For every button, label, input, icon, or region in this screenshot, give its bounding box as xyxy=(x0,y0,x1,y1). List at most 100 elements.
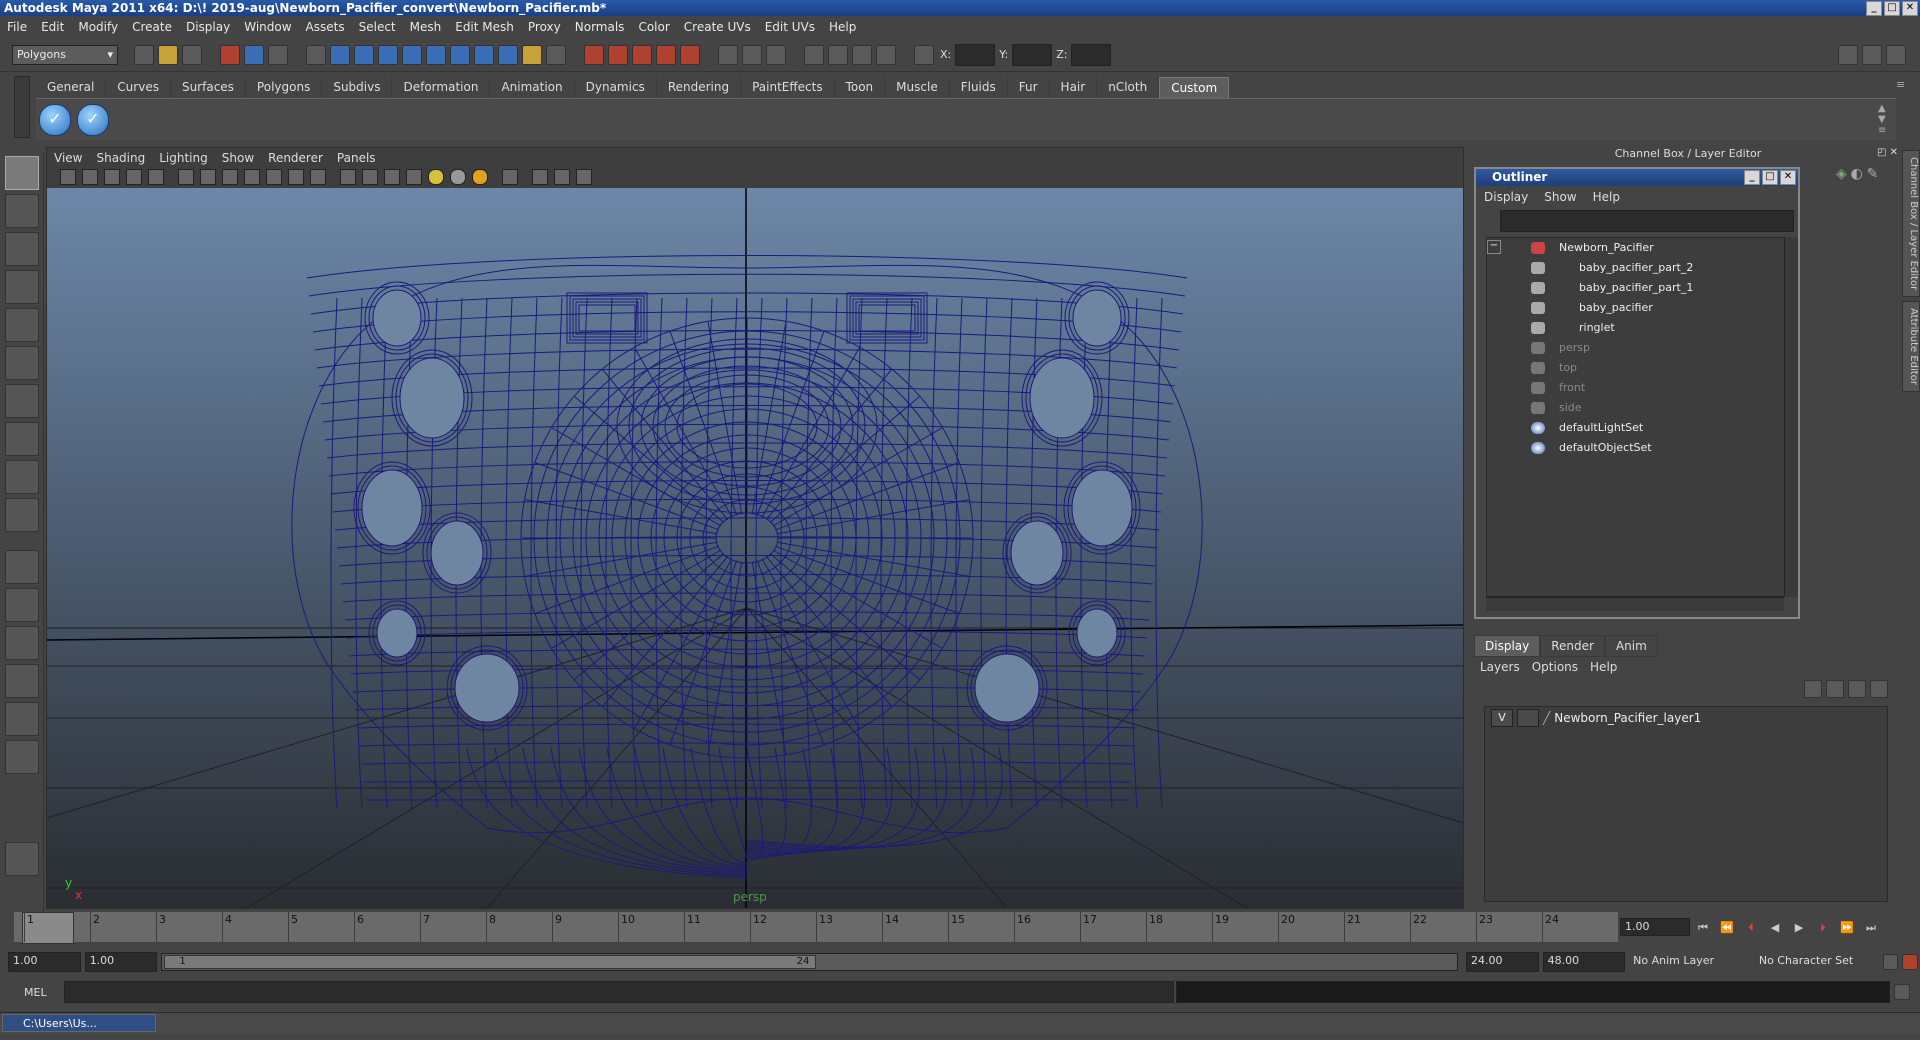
outliner-maximize-button[interactable]: □ xyxy=(1762,170,1778,185)
checkmark-icon[interactable]: ✓ xyxy=(39,103,71,136)
animation-start-field[interactable]: 1.00 xyxy=(8,952,81,972)
bookmark-icon[interactable] xyxy=(104,169,120,185)
menu-create-uvs[interactable]: Create UVs xyxy=(677,16,758,38)
viewport-menu-panels[interactable]: Panels xyxy=(330,148,383,168)
viewport-menu-renderer[interactable]: Renderer xyxy=(261,148,330,168)
resolution-gate-icon[interactable] xyxy=(222,169,238,185)
grid-icon[interactable] xyxy=(178,169,194,185)
menu-mesh[interactable]: Mesh xyxy=(403,16,449,38)
y-field[interactable] xyxy=(1012,43,1053,66)
select-by-object-icon[interactable] xyxy=(244,44,264,65)
side-tab-attribute-editor[interactable]: Attribute Editor xyxy=(1902,301,1920,393)
show-channel-box-icon[interactable] xyxy=(1886,45,1906,65)
highlight-selection-icon[interactable] xyxy=(546,44,566,65)
range-slider-handle[interactable]: 1 24 xyxy=(164,955,817,969)
layer-menu-help[interactable]: Help xyxy=(1584,656,1623,678)
command-language-label[interactable]: MEL xyxy=(8,986,64,999)
single-perspective-layout-icon[interactable] xyxy=(5,550,39,584)
wireframe-icon[interactable] xyxy=(340,169,356,185)
show-tool-settings-icon[interactable] xyxy=(1862,45,1882,65)
show-manipulator-icon[interactable] xyxy=(5,460,39,494)
menu-assets[interactable]: Assets xyxy=(299,16,352,38)
menu-modify[interactable]: Modify xyxy=(71,16,125,38)
save-scene-icon[interactable] xyxy=(182,44,202,65)
render-view-icon[interactable] xyxy=(804,44,824,65)
outliner-item[interactable]: baby_pacifier_part_1 xyxy=(1487,278,1785,298)
menu-window[interactable]: Window xyxy=(237,16,298,38)
shelf-tab-toon[interactable]: Toon xyxy=(835,77,886,97)
outliner-close-button[interactable]: ✕ xyxy=(1780,170,1796,185)
wireframe-on-shaded-icon[interactable] xyxy=(384,169,400,185)
viewport-menu-lighting[interactable]: Lighting xyxy=(152,148,215,168)
persp-graph-layout-icon[interactable] xyxy=(5,664,39,698)
playback-end-field[interactable]: 24.00 xyxy=(1465,952,1539,972)
ipr-render-icon[interactable] xyxy=(852,44,872,65)
viewport-menu-view[interactable]: View xyxy=(47,148,89,168)
shelf-tab-ncloth[interactable]: nCloth xyxy=(1097,77,1160,97)
snap-to-grid-icon[interactable] xyxy=(584,44,604,65)
select-handles-icon[interactable] xyxy=(330,44,350,65)
input-operations-icon[interactable] xyxy=(718,44,738,65)
go-to-end-icon[interactable]: ⏭ xyxy=(1862,919,1880,937)
shelf-tab-custom[interactable]: Custom xyxy=(1159,76,1230,98)
outliner-title-bar[interactable]: Outliner _ □ ✕ xyxy=(1476,169,1798,186)
rotate-tool-icon[interactable] xyxy=(5,308,39,342)
shelf-tab-dynamics[interactable]: Dynamics xyxy=(575,77,657,97)
outliner-item[interactable]: baby_pacifier_part_2 xyxy=(1487,258,1785,278)
select-surfaces-icon[interactable] xyxy=(402,44,422,65)
go-to-start-icon[interactable]: ⏮ xyxy=(1694,919,1712,937)
select-by-component-icon[interactable] xyxy=(268,44,288,65)
outliner-item[interactable]: − Newborn_Pacifier xyxy=(1487,238,1785,258)
open-scene-icon[interactable] xyxy=(158,44,178,65)
playback-start-field[interactable]: 1.00 xyxy=(84,952,158,972)
outliner-menu-help[interactable]: Help xyxy=(1585,186,1628,208)
channel-box-mode-icon[interactable]: ◈ xyxy=(1836,166,1847,182)
paint-select-tool-icon[interactable] xyxy=(5,232,39,266)
backface-culling-icon[interactable] xyxy=(576,169,592,185)
make-live-icon[interactable] xyxy=(680,44,700,65)
step-back-frame-icon[interactable]: ⏴ xyxy=(1742,919,1760,937)
pacifier-wireframe-mesh[interactable] xyxy=(291,255,1203,879)
menu-select[interactable]: Select xyxy=(352,16,403,38)
shelf-tab-animation[interactable]: Animation xyxy=(490,77,575,97)
soft-modification-tool-icon[interactable] xyxy=(5,422,39,456)
shelf-tab-general[interactable]: General xyxy=(36,77,107,97)
hypershade-layout-icon[interactable] xyxy=(5,702,39,736)
selection-mask-icon[interactable] xyxy=(306,44,326,65)
menu-color[interactable]: Color xyxy=(631,16,676,38)
perspective-viewport[interactable]: y x persp xyxy=(47,188,1463,908)
persp-outliner-layout-icon[interactable] xyxy=(5,626,39,660)
x-field[interactable] xyxy=(955,43,996,66)
menu-create[interactable]: Create xyxy=(125,16,179,38)
field-chart-icon[interactable] xyxy=(266,169,282,185)
menu-file[interactable]: File xyxy=(0,16,34,38)
menu-set-dropdown[interactable]: Polygons ▾ xyxy=(12,44,118,65)
outliner-menu-show[interactable]: Show xyxy=(1536,186,1584,208)
shelf-tab-surfaces[interactable]: Surfaces xyxy=(171,77,246,97)
move-layer-down-icon[interactable] xyxy=(1826,680,1844,698)
outliner-filter-input[interactable] xyxy=(1500,210,1794,232)
viewport-menu-show[interactable]: Show xyxy=(215,148,261,168)
collapse-icon[interactable]: − xyxy=(1487,240,1501,254)
shadows-icon[interactable] xyxy=(450,169,466,185)
menu-normals[interactable]: Normals xyxy=(568,16,632,38)
film-gate-icon[interactable] xyxy=(200,169,216,185)
menu-edit[interactable]: Edit xyxy=(34,16,71,38)
select-curves-icon[interactable] xyxy=(378,44,398,65)
layer-tab-render[interactable]: Render xyxy=(1540,635,1605,657)
layer-menu-layers[interactable]: Layers xyxy=(1474,656,1526,678)
use-all-lights-icon[interactable] xyxy=(428,169,444,185)
layer-tab-anim[interactable]: Anim xyxy=(1604,635,1658,657)
select-misc-icon[interactable] xyxy=(498,44,518,65)
character-set-dropdown[interactable]: No Character Set xyxy=(1754,953,1877,971)
image-plane-icon[interactable] xyxy=(126,169,142,185)
outliner-item[interactable]: defaultObjectSet xyxy=(1487,438,1785,458)
gate-mask-icon[interactable] xyxy=(244,169,260,185)
time-slider[interactable]: 1 2 3 4 5 6 7 8 9 10 11 12 13 14 15 16 17 18 19 20 21 22 23 24 xyxy=(14,912,1618,944)
outliner-minimize-button[interactable]: _ xyxy=(1744,170,1760,185)
outliner-item[interactable]: side xyxy=(1487,398,1785,418)
select-deformations-icon[interactable] xyxy=(426,44,446,65)
four-view-layout-icon[interactable] xyxy=(5,588,39,622)
minimized-window-item[interactable]: C:\Users\Us... xyxy=(2,1014,156,1032)
z-field[interactable] xyxy=(1071,43,1112,66)
